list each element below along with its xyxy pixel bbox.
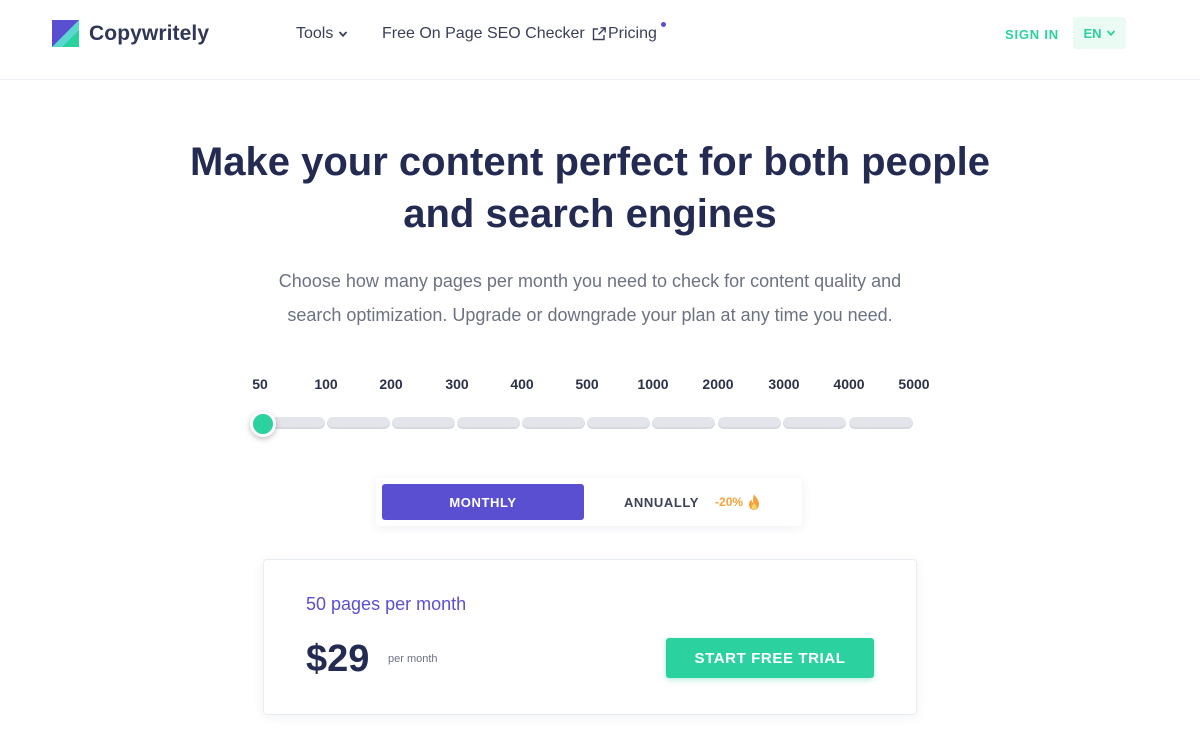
slider-segment[interactable] bbox=[718, 417, 781, 429]
slider-tick[interactable]: 5000 bbox=[898, 376, 929, 392]
billing-period-toggle: MONTHLY ANNUALLY -20% bbox=[376, 478, 802, 526]
subtitle-line-1: Choose how many pages per month you need… bbox=[278, 271, 902, 291]
plan-period: per month bbox=[388, 653, 438, 665]
nav-pricing-label: Pricing bbox=[608, 25, 657, 42]
pages-slider-track[interactable] bbox=[262, 417, 914, 429]
plan-pages-text: 50 pages per month bbox=[306, 594, 467, 614]
sign-in-link[interactable]: SIGN IN bbox=[1005, 27, 1059, 42]
headline-line-2: and search engines bbox=[403, 192, 777, 236]
slider-segment[interactable] bbox=[587, 417, 650, 429]
slider-segment[interactable] bbox=[849, 417, 913, 429]
slider-segment[interactable] bbox=[783, 417, 846, 429]
discount-badge: -20% bbox=[715, 495, 744, 509]
slider-tick[interactable]: 100 bbox=[314, 376, 337, 392]
page-subtitle: Choose how many pages per month you need… bbox=[200, 264, 980, 332]
slider-segment[interactable] bbox=[652, 417, 715, 429]
language-selector[interactable]: EN bbox=[1073, 17, 1126, 49]
slider-tick[interactable]: 50 bbox=[252, 376, 268, 392]
slider-segment[interactable] bbox=[457, 417, 520, 429]
annually-label: ANNUALLY bbox=[623, 494, 700, 510]
page-headline: Make your content perfect for both peopl… bbox=[150, 136, 1030, 240]
subtitle-line-2: search optimization. Upgrade or downgrad… bbox=[287, 305, 893, 325]
monthly-button[interactable]: MONTHLY bbox=[382, 484, 584, 520]
slider-tick[interactable]: 4000 bbox=[833, 376, 864, 392]
slider-tick[interactable]: 500 bbox=[575, 376, 598, 392]
brand-logo[interactable]: Copywritely bbox=[52, 20, 209, 47]
slider-tick[interactable]: 400 bbox=[510, 376, 533, 392]
slider-tick[interactable]: 1000 bbox=[637, 376, 668, 392]
slider-segment[interactable] bbox=[392, 417, 455, 429]
headline-line-1: Make your content perfect for both peopl… bbox=[189, 140, 991, 184]
nav-seo-checker-link[interactable]: Free On Page SEO Checker bbox=[382, 25, 607, 43]
copywritely-logo-icon bbox=[52, 20, 79, 47]
external-link-icon bbox=[592, 27, 606, 41]
annually-button[interactable]: ANNUALLY -20% bbox=[590, 484, 796, 520]
brand-name: Copywritely bbox=[89, 21, 210, 45]
start-free-trial-button[interactable]: START FREE TRIAL bbox=[666, 638, 874, 678]
plan-price: $29 bbox=[306, 638, 370, 680]
slider-tick[interactable]: 2000 bbox=[702, 376, 733, 392]
nav-tools-menu[interactable]: Tools bbox=[296, 25, 348, 43]
chevron-down-icon bbox=[339, 31, 348, 38]
active-indicator-dot bbox=[660, 22, 666, 27]
nav-tools-label: Tools bbox=[296, 25, 334, 42]
slider-segment[interactable] bbox=[327, 417, 390, 429]
slider-tick[interactable]: 200 bbox=[379, 376, 402, 392]
language-label: EN bbox=[1083, 25, 1102, 41]
pages-slider-handle[interactable] bbox=[250, 411, 276, 437]
nav-pricing-link[interactable]: Pricing bbox=[608, 22, 666, 43]
slider-tick[interactable]: 300 bbox=[445, 376, 468, 392]
site-header: Copywritely Tools Free On Page SEO Check… bbox=[0, 0, 1200, 80]
plan-card: 50 pages per month $29 per month START F… bbox=[263, 559, 917, 715]
nav-seo-checker-label: Free On Page SEO Checker bbox=[382, 25, 585, 42]
slider-tick-labels: 50 100 200 300 400 500 1000 2000 3000 40… bbox=[240, 376, 960, 396]
fire-icon bbox=[749, 494, 760, 510]
slider-tick[interactable]: 3000 bbox=[768, 376, 799, 392]
chevron-down-icon bbox=[1106, 30, 1115, 37]
slider-segment[interactable] bbox=[522, 417, 585, 429]
